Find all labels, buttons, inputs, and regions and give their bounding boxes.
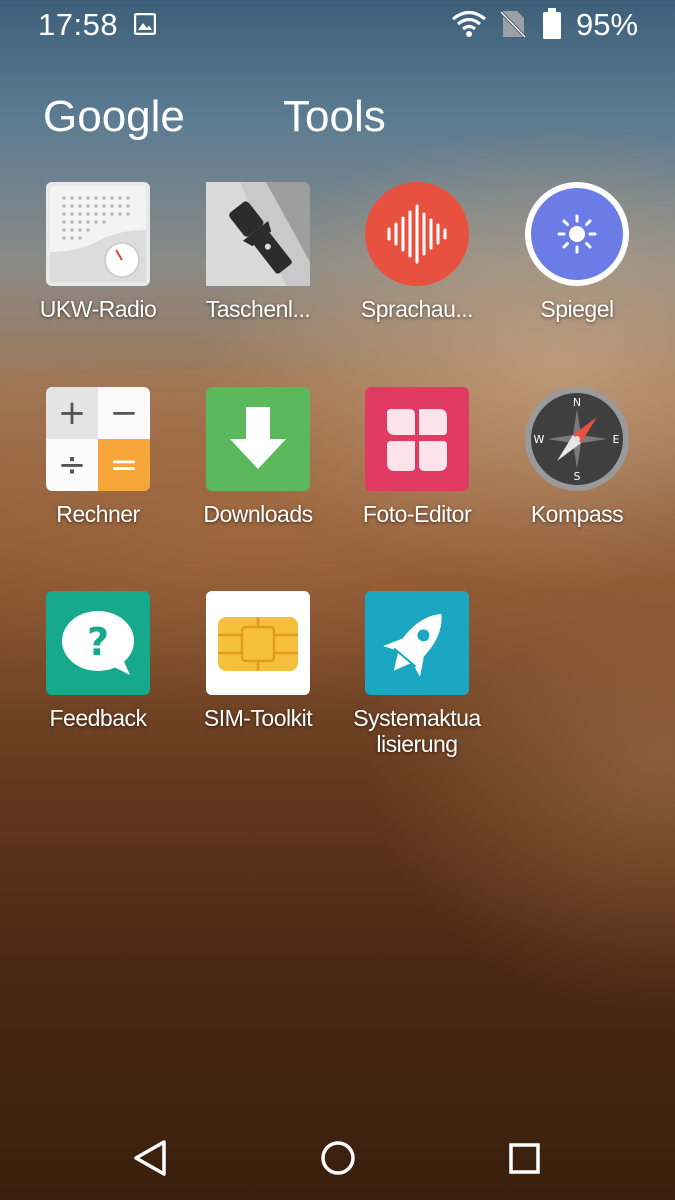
battery-percentage: 95% — [576, 7, 639, 42]
app-label: UKW-Radio — [39, 296, 157, 322]
app-label: Kompass — [530, 501, 624, 527]
compass-south: S — [574, 470, 581, 483]
app-label: Downloads — [203, 501, 313, 527]
app-ukw-radio[interactable]: UKW-Radio — [18, 182, 178, 322]
tab-tools[interactable]: Tools — [283, 92, 386, 142]
app-label: Rechner — [56, 501, 140, 527]
status-time: 17:58 — [38, 7, 119, 42]
app-label: Systemaktua lisierung — [353, 705, 481, 757]
app-downloads[interactable]: Downloads — [178, 387, 338, 527]
feedback-icon: ? — [46, 591, 150, 695]
app-foto-editor[interactable]: Foto-Editor — [337, 387, 497, 527]
app-spiegel[interactable]: Spiegel — [497, 182, 657, 322]
app-label: Foto-Editor — [362, 501, 472, 527]
calc-divide: ÷ — [58, 445, 87, 485]
image-notification-icon — [133, 12, 157, 40]
back-icon[interactable] — [120, 1127, 180, 1187]
app-label: Taschenl... — [205, 296, 311, 322]
sim-card-icon — [206, 591, 310, 695]
app-rechner[interactable]: + − ÷ = Rechner — [18, 387, 178, 527]
calc-equals: = — [110, 445, 139, 485]
app-feedback[interactable]: ? Feedback — [18, 591, 178, 731]
calc-minus: − — [110, 393, 139, 433]
compass-north: N — [573, 396, 581, 409]
photo-editor-icon — [365, 387, 469, 491]
app-taschenlampe[interactable]: Taschenl... — [178, 182, 338, 322]
voice-recorder-icon — [365, 182, 469, 286]
recents-icon[interactable] — [495, 1127, 555, 1187]
app-kompass[interactable]: N E S W Kompass — [497, 387, 657, 527]
calc-plus: + — [58, 393, 87, 433]
feedback-question-mark: ? — [87, 620, 109, 664]
wifi-icon — [451, 10, 487, 43]
compass-west: W — [534, 433, 545, 446]
navigation-bar — [0, 1105, 675, 1200]
compass-icon: N E S W — [525, 387, 629, 491]
app-sprachaufzeichnung[interactable]: Sprachau... — [337, 182, 497, 322]
flashlight-icon — [206, 182, 310, 286]
tab-google[interactable]: Google — [43, 92, 185, 142]
app-label: Sprachau... — [360, 296, 474, 322]
status-bar: 17:58 95% — [0, 0, 675, 50]
battery-icon — [542, 8, 562, 45]
compass-east: E — [613, 433, 620, 446]
rocket-icon — [365, 591, 469, 695]
app-systemaktualisierung[interactable]: Systemaktua lisierung — [337, 591, 497, 757]
no-sim-icon — [499, 9, 527, 44]
app-label: Spiegel — [540, 296, 614, 322]
download-icon — [206, 387, 310, 491]
app-label: Feedback — [49, 705, 147, 731]
calculator-icon: + − ÷ = — [46, 387, 150, 491]
app-sim-toolkit[interactable]: SIM-Toolkit — [178, 591, 338, 731]
app-label: SIM-Toolkit — [203, 705, 313, 731]
home-icon[interactable] — [308, 1127, 368, 1187]
radio-icon — [46, 182, 150, 286]
mirror-icon — [525, 182, 629, 286]
